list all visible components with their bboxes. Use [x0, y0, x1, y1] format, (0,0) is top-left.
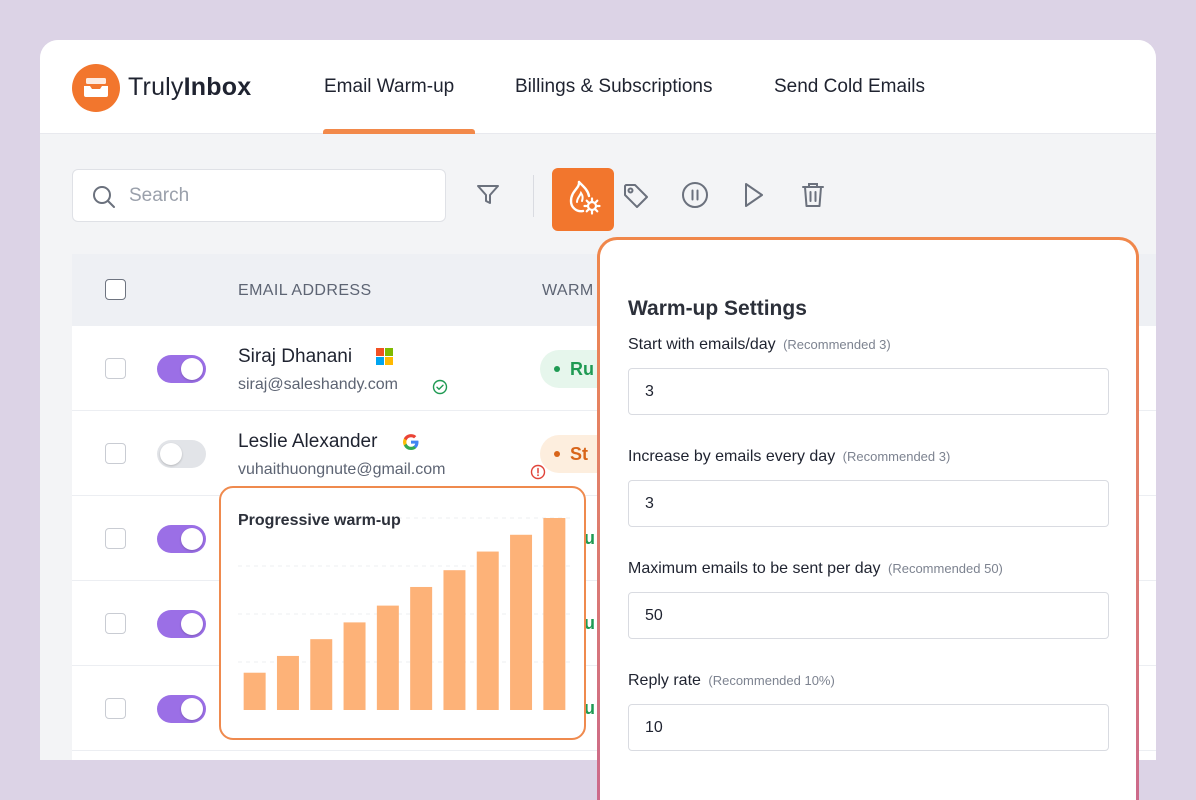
tab-send-cold-emails[interactable]: Send Cold Emails — [774, 76, 925, 98]
reply-rate-input[interactable] — [628, 704, 1109, 751]
google-icon — [402, 433, 420, 456]
warmup-toggle[interactable] — [157, 355, 206, 383]
select-all-checkbox[interactable] — [105, 279, 126, 300]
chart-bar-1 — [243, 672, 266, 710]
start-emails-label: Start with emails/day (Recommended 3) — [628, 336, 891, 353]
chart-bar-3 — [310, 639, 333, 710]
chart-bar-7 — [443, 570, 466, 710]
play-icon[interactable] — [741, 181, 767, 214]
flame-gear-icon — [565, 178, 601, 221]
active-tab-indicator — [323, 129, 475, 134]
toolbar-divider — [533, 175, 534, 217]
pause-icon[interactable] — [680, 180, 710, 215]
chart-bar-9 — [510, 534, 533, 710]
warmup-toggle[interactable] — [157, 525, 206, 553]
increase-emails-input[interactable] — [628, 480, 1109, 527]
tab-email-warm-up[interactable]: Email Warm-up — [324, 76, 454, 98]
search-icon — [91, 184, 117, 215]
settings-title: Warm-up Settings — [628, 297, 807, 320]
max-emails-label: Maximum emails to be sent per day (Recom… — [628, 560, 1003, 577]
warmup-settings-button[interactable] — [552, 168, 614, 231]
chart-bar-5 — [376, 605, 399, 710]
error-alert-icon — [530, 464, 546, 485]
search-box[interactable] — [72, 169, 446, 222]
progressive-warmup-chart-card: Progressive warm-up — [219, 486, 586, 740]
microsoft-icon — [376, 348, 393, 370]
tag-icon[interactable] — [622, 182, 650, 215]
row-checkbox[interactable] — [105, 698, 126, 719]
account-name: Siraj Dhanani — [238, 346, 353, 367]
account-name: Leslie Alexander — [238, 431, 378, 452]
chart-title: Progressive warm-up — [238, 512, 401, 529]
start-emails-input[interactable] — [628, 368, 1109, 415]
chart-bar-6 — [410, 586, 433, 710]
trash-icon[interactable] — [799, 180, 827, 215]
search-input[interactable] — [129, 182, 429, 210]
warmup-toggle[interactable] — [157, 695, 206, 723]
chart-bar-8 — [476, 551, 499, 710]
app-logo-text: TrulyInbox — [128, 73, 252, 101]
row-checkbox[interactable] — [105, 443, 126, 464]
chart-bar-10 — [543, 518, 566, 710]
verified-check-icon — [432, 379, 448, 400]
account-email: vuhaithuongnute@gmail.com — [238, 461, 446, 478]
increase-emails-label: Increase by emails every day (Recommende… — [628, 448, 951, 465]
max-emails-input[interactable] — [628, 592, 1109, 639]
reply-rate-label: Reply rate (Recommended 10%) — [628, 672, 835, 689]
column-header-warmup: WARM — [542, 282, 594, 299]
chart-bar-4 — [343, 622, 366, 710]
top-header: TrulyInbox Email Warm-up Billings & Subs… — [40, 40, 1156, 134]
warmup-toggle[interactable] — [157, 610, 206, 638]
warmup-toggle[interactable] — [157, 440, 206, 468]
filter-icon[interactable] — [475, 182, 501, 213]
row-checkbox[interactable] — [105, 528, 126, 549]
row-checkbox[interactable] — [105, 358, 126, 379]
row-checkbox[interactable] — [105, 613, 126, 634]
tab-billings-subscriptions[interactable]: Billings & Subscriptions — [515, 76, 712, 98]
account-email: siraj@saleshandy.com — [238, 376, 399, 393]
inbox-logo-icon — [72, 64, 120, 112]
chart-bar-2 — [276, 655, 299, 710]
warmup-settings-panel: Warm-up Settings Start with emails/day (… — [597, 237, 1139, 800]
column-header-email: EMAIL ADDRESS — [238, 282, 372, 299]
